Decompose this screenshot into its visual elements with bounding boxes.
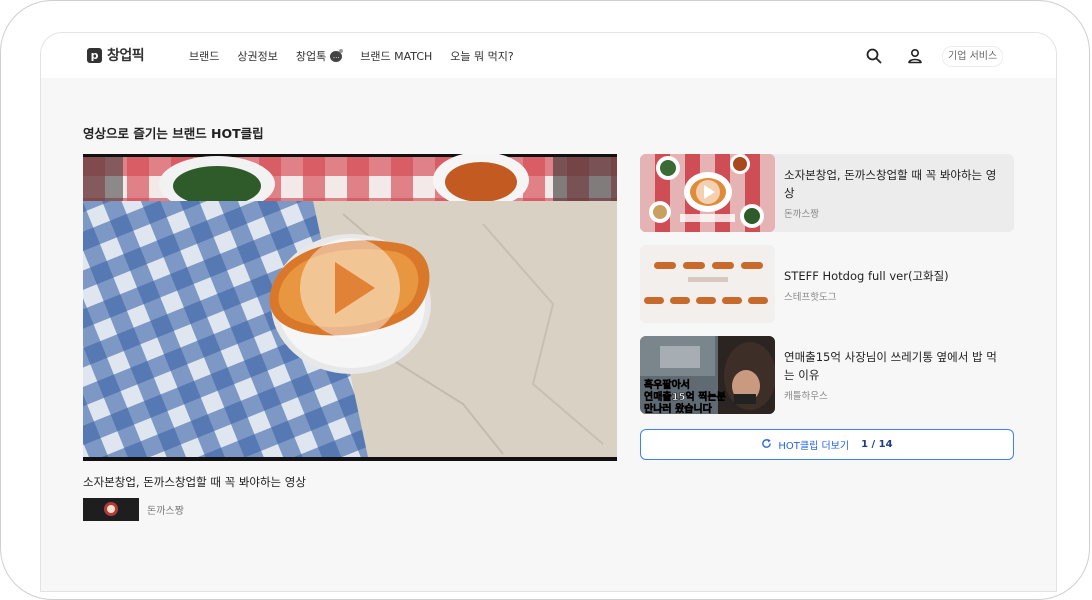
- featured-channel[interactable]: 돈까스짱: [83, 498, 184, 521]
- section-title: 영상으로 즐기는 브랜드 HOT클립: [83, 126, 264, 141]
- clip-thumbnail: 흑우팔아서 연매출15억 찍는분 만나러 왔습니다: [640, 336, 775, 414]
- chat-bubble-icon: …: [330, 48, 344, 62]
- nav-item-startup-talk[interactable]: 창업톡 …: [296, 48, 344, 64]
- clip-channel: 스테프핫도그: [784, 292, 837, 303]
- logo-text: 창업픽: [107, 48, 145, 64]
- more-clips-button[interactable]: HOT클립 더보기 1 / 14: [640, 429, 1014, 460]
- nav-item-what-to-eat[interactable]: 오늘 뭐 먹지?: [450, 48, 513, 64]
- featured-video-title[interactable]: 소자본창업, 돈까스창업할 때 꼭 봐야하는 영상: [83, 474, 306, 490]
- header-icons: [864, 46, 925, 66]
- channel-name: 돈까스짱: [147, 506, 184, 517]
- clip-list-item[interactable]: 흑우팔아서 연매출15억 찍는분 만나러 왔습니다 연매출15억 사장님이 쓰레…: [640, 336, 1014, 414]
- clip-thumbnail: [640, 245, 775, 323]
- clip-title: STEFF Hotdog full ver(고화질): [784, 269, 949, 283]
- channel-thumbnail: [83, 498, 139, 521]
- search-icon[interactable]: [864, 46, 884, 66]
- clip-channel: 캐틀하우스: [784, 391, 828, 402]
- thumb-caption-2: 연매출15억 찍는분: [644, 390, 726, 403]
- main-nav: 브랜드 상권정보 창업톡 … 브랜드 MATCH 오늘 뭐 먹지?: [189, 48, 514, 64]
- refresh-icon: [761, 438, 772, 452]
- nav-item-brand-match[interactable]: 브랜드 MATCH: [360, 48, 432, 64]
- thumb-caption-1: 흑우팔아서: [644, 378, 690, 391]
- clip-list-item[interactable]: 소자본창업, 돈까스창업할 때 꼭 봐야하는 영상 돈까스짱: [640, 154, 1014, 232]
- clip-list-item[interactable]: STEFF Hotdog full ver(고화질) 스테프핫도그: [640, 245, 1014, 323]
- clip-page-counter: 1 / 14: [861, 439, 893, 450]
- thumb-caption-3: 만나러 왔습니다: [644, 402, 713, 414]
- business-service-button[interactable]: 기업 서비스: [942, 46, 1004, 67]
- site-logo[interactable]: p 창업픽: [87, 45, 145, 65]
- clip-title: 연매출15억 사장님이 쓰레기통 옆에서 밥 먹는 이유: [784, 350, 997, 382]
- user-icon[interactable]: [905, 46, 925, 66]
- clip-title: 소자본창업, 돈까스창업할 때 꼭 봐야하는 영상: [784, 168, 997, 200]
- nav-item-commercial-area[interactable]: 상권정보: [237, 48, 277, 64]
- top-navigation-bar: p 창업픽 브랜드 상권정보 창업톡 … 브랜드 MATCH 오늘 뭐 먹지? …: [41, 33, 1056, 78]
- clip-channel: 돈까스짱: [784, 209, 819, 220]
- featured-video-player[interactable]: [83, 154, 617, 461]
- logo-mark: p: [87, 47, 102, 63]
- browser-viewport: p 창업픽 브랜드 상권정보 창업톡 … 브랜드 MATCH 오늘 뭐 먹지? …: [40, 32, 1057, 592]
- nav-item-brand[interactable]: 브랜드: [189, 48, 219, 64]
- clip-thumbnail: [640, 154, 775, 232]
- more-clips-label: HOT클립 더보기: [778, 441, 850, 452]
